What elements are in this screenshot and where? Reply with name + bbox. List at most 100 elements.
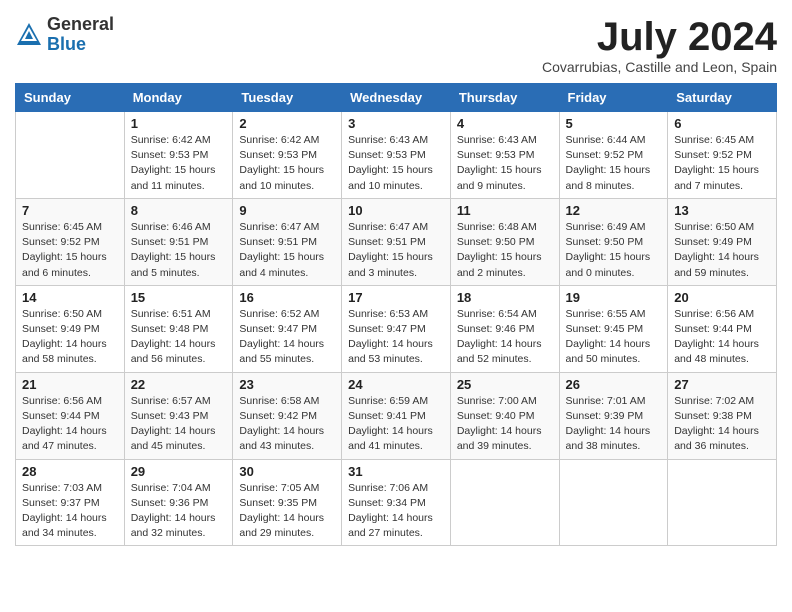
- calendar-day-cell: 11Sunrise: 6:48 AM Sunset: 9:50 PM Dayli…: [450, 198, 559, 285]
- day-info: Sunrise: 6:56 AM Sunset: 9:44 PM Dayligh…: [22, 394, 118, 455]
- day-number: 19: [566, 290, 662, 305]
- day-number: 25: [457, 377, 553, 392]
- day-number: 31: [348, 464, 444, 479]
- page-header: General Blue July 2024 Covarrubias, Cast…: [15, 15, 777, 75]
- day-number: 1: [131, 116, 227, 131]
- calendar-day-cell: 4 Sunrise: 6:43 AM Sunset: 9:53 PM Daylig…: [450, 112, 559, 199]
- day-info: Sunrise: 7:00 AM Sunset: 9:40 PM Dayligh…: [457, 394, 553, 455]
- day-number: 29: [131, 464, 227, 479]
- calendar-week-row: 1 Sunrise: 6:42 AM Sunset: 9:53 PM Daylig…: [16, 112, 777, 199]
- calendar-day-cell: 24 Sunrise: 6:59 AM Sunset: 9:41 PM Dayli…: [342, 372, 451, 459]
- day-number: 3: [348, 116, 444, 131]
- calendar-day-cell: 30Sunrise: 7:05 AM Sunset: 9:35 PM Dayli…: [233, 459, 342, 546]
- day-number: 18: [457, 290, 553, 305]
- day-number: 9: [239, 203, 335, 218]
- calendar-week-row: 14 Sunrise: 6:50 AM Sunset: 9:49 PM Dayli…: [16, 285, 777, 372]
- day-number: 14: [22, 290, 118, 305]
- calendar-day-cell: 17 Sunrise: 6:53 AM Sunset: 9:47 PM Dayli…: [342, 285, 451, 372]
- month-title: July 2024: [542, 15, 777, 59]
- day-number: 24: [348, 377, 444, 392]
- calendar-table: SundayMondayTuesdayWednesdayThursdayFrid…: [15, 83, 777, 546]
- day-info: Sunrise: 7:06 AM Sunset: 9:34 PM Dayligh…: [348, 481, 444, 542]
- calendar-day-cell: 22Sunrise: 6:57 AM Sunset: 9:43 PM Dayli…: [124, 372, 233, 459]
- day-number: 26: [566, 377, 662, 392]
- calendar-day-cell: 25 Sunrise: 7:00 AM Sunset: 9:40 PM Dayli…: [450, 372, 559, 459]
- day-number: 21: [22, 377, 118, 392]
- day-number: 4: [457, 116, 553, 131]
- day-number: 28: [22, 464, 118, 479]
- title-block: July 2024 Covarrubias, Castille and Leon…: [542, 15, 777, 75]
- day-number: 15: [131, 290, 227, 305]
- weekday-header: Saturday: [668, 84, 777, 112]
- day-info: Sunrise: 6:50 AM Sunset: 9:49 PM Dayligh…: [22, 307, 118, 368]
- calendar-day-cell: 23Sunrise: 6:58 AM Sunset: 9:42 PM Dayli…: [233, 372, 342, 459]
- location: Covarrubias, Castille and Leon, Spain: [542, 59, 777, 75]
- day-info: Sunrise: 6:51 AM Sunset: 9:48 PM Dayligh…: [131, 307, 227, 368]
- logo: General Blue: [15, 15, 114, 55]
- logo-icon: [15, 21, 43, 49]
- day-info: Sunrise: 6:50 AM Sunset: 9:49 PM Dayligh…: [674, 220, 770, 281]
- day-number: 13: [674, 203, 770, 218]
- day-info: Sunrise: 6:52 AM Sunset: 9:47 PM Dayligh…: [239, 307, 335, 368]
- day-info: Sunrise: 6:43 AM Sunset: 9:53 PM Dayligh…: [348, 133, 444, 194]
- calendar-day-cell: 2 Sunrise: 6:42 AM Sunset: 9:53 PM Daylig…: [233, 112, 342, 199]
- day-info: Sunrise: 6:48 AM Sunset: 9:50 PM Dayligh…: [457, 220, 553, 281]
- calendar-week-row: 7 Sunrise: 6:45 AM Sunset: 9:52 PM Daylig…: [16, 198, 777, 285]
- calendar-day-cell: 26 Sunrise: 7:01 AM Sunset: 9:39 PM Dayli…: [559, 372, 668, 459]
- day-number: 30: [239, 464, 335, 479]
- calendar-day-cell: 6Sunrise: 6:45 AM Sunset: 9:52 PM Daylig…: [668, 112, 777, 199]
- day-info: Sunrise: 6:56 AM Sunset: 9:44 PM Dayligh…: [674, 307, 770, 368]
- calendar-day-cell: 31 Sunrise: 7:06 AM Sunset: 9:34 PM Dayli…: [342, 459, 451, 546]
- calendar-day-cell: 3 Sunrise: 6:43 AM Sunset: 9:53 PM Daylig…: [342, 112, 451, 199]
- logo-text: General Blue: [47, 15, 114, 55]
- calendar-day-cell: 15 Sunrise: 6:51 AM Sunset: 9:48 PM Dayli…: [124, 285, 233, 372]
- day-info: Sunrise: 6:43 AM Sunset: 9:53 PM Dayligh…: [457, 133, 553, 194]
- calendar-day-cell: 9 Sunrise: 6:47 AM Sunset: 9:51 PM Daylig…: [233, 198, 342, 285]
- day-info: Sunrise: 7:01 AM Sunset: 9:39 PM Dayligh…: [566, 394, 662, 455]
- day-number: 27: [674, 377, 770, 392]
- day-info: Sunrise: 6:47 AM Sunset: 9:51 PM Dayligh…: [348, 220, 444, 281]
- day-number: 20: [674, 290, 770, 305]
- day-info: Sunrise: 6:59 AM Sunset: 9:41 PM Dayligh…: [348, 394, 444, 455]
- calendar-day-cell: 21 Sunrise: 6:56 AM Sunset: 9:44 PM Dayli…: [16, 372, 125, 459]
- calendar-day-cell: 28 Sunrise: 7:03 AM Sunset: 9:37 PM Dayli…: [16, 459, 125, 546]
- day-number: 22: [131, 377, 227, 392]
- day-info: Sunrise: 7:02 AM Sunset: 9:38 PM Dayligh…: [674, 394, 770, 455]
- calendar-day-cell: 1 Sunrise: 6:42 AM Sunset: 9:53 PM Daylig…: [124, 112, 233, 199]
- day-info: Sunrise: 6:42 AM Sunset: 9:53 PM Dayligh…: [239, 133, 335, 194]
- calendar-day-cell: 13 Sunrise: 6:50 AM Sunset: 9:49 PM Dayli…: [668, 198, 777, 285]
- day-number: 12: [566, 203, 662, 218]
- calendar-day-cell: 27 Sunrise: 7:02 AM Sunset: 9:38 PM Dayli…: [668, 372, 777, 459]
- day-info: Sunrise: 6:53 AM Sunset: 9:47 PM Dayligh…: [348, 307, 444, 368]
- day-number: 17: [348, 290, 444, 305]
- day-info: Sunrise: 6:45 AM Sunset: 9:52 PM Dayligh…: [674, 133, 770, 194]
- calendar-day-cell: 29Sunrise: 7:04 AM Sunset: 9:36 PM Dayli…: [124, 459, 233, 546]
- day-number: 8: [131, 203, 227, 218]
- weekday-header: Wednesday: [342, 84, 451, 112]
- weekday-header: Thursday: [450, 84, 559, 112]
- day-number: 2: [239, 116, 335, 131]
- day-info: Sunrise: 6:42 AM Sunset: 9:53 PM Dayligh…: [131, 133, 227, 194]
- calendar-day-cell: 19 Sunrise: 6:55 AM Sunset: 9:45 PM Dayli…: [559, 285, 668, 372]
- day-info: Sunrise: 6:47 AM Sunset: 9:51 PM Dayligh…: [239, 220, 335, 281]
- day-info: Sunrise: 6:54 AM Sunset: 9:46 PM Dayligh…: [457, 307, 553, 368]
- calendar-day-cell: 8 Sunrise: 6:46 AM Sunset: 9:51 PM Daylig…: [124, 198, 233, 285]
- calendar-day-cell: 7 Sunrise: 6:45 AM Sunset: 9:52 PM Daylig…: [16, 198, 125, 285]
- calendar-day-cell: 10 Sunrise: 6:47 AM Sunset: 9:51 PM Dayli…: [342, 198, 451, 285]
- weekday-header: Monday: [124, 84, 233, 112]
- day-info: Sunrise: 6:45 AM Sunset: 9:52 PM Dayligh…: [22, 220, 118, 281]
- calendar-week-row: 28 Sunrise: 7:03 AM Sunset: 9:37 PM Dayli…: [16, 459, 777, 546]
- day-number: 7: [22, 203, 118, 218]
- day-info: Sunrise: 6:55 AM Sunset: 9:45 PM Dayligh…: [566, 307, 662, 368]
- day-info: Sunrise: 6:44 AM Sunset: 9:52 PM Dayligh…: [566, 133, 662, 194]
- day-number: 10: [348, 203, 444, 218]
- day-info: Sunrise: 6:46 AM Sunset: 9:51 PM Dayligh…: [131, 220, 227, 281]
- calendar-day-cell: [450, 459, 559, 546]
- calendar-day-cell: [559, 459, 668, 546]
- weekday-header: Sunday: [16, 84, 125, 112]
- weekday-header: Tuesday: [233, 84, 342, 112]
- day-number: 16: [239, 290, 335, 305]
- day-info: Sunrise: 7:03 AM Sunset: 9:37 PM Dayligh…: [22, 481, 118, 542]
- calendar-day-cell: 14 Sunrise: 6:50 AM Sunset: 9:49 PM Dayli…: [16, 285, 125, 372]
- day-info: Sunrise: 6:49 AM Sunset: 9:50 PM Dayligh…: [566, 220, 662, 281]
